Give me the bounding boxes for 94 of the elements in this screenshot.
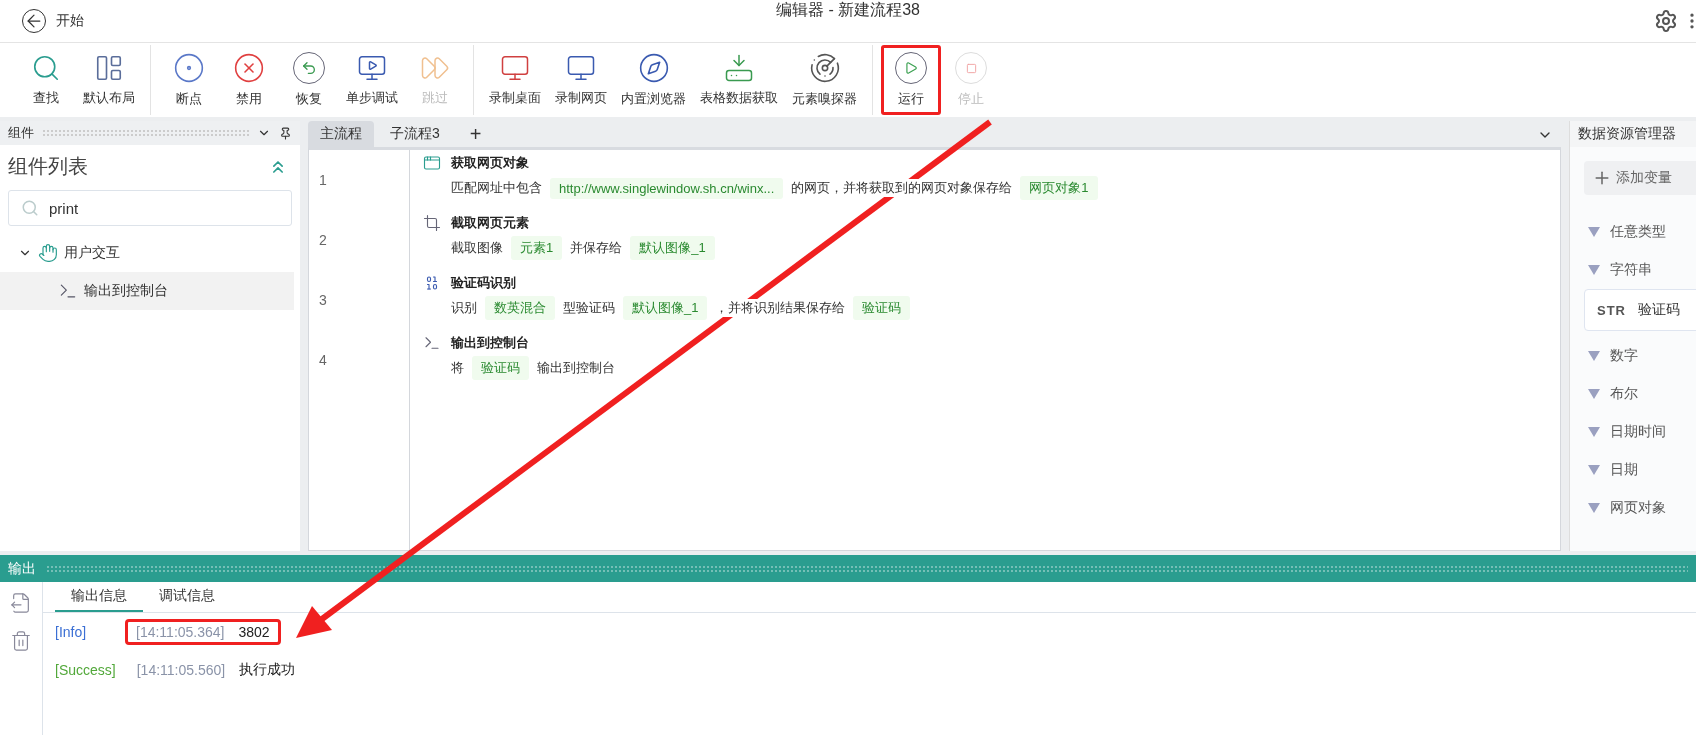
triangle-icon [1588,427,1600,437]
search-box[interactable]: print [8,190,292,226]
type-group[interactable]: 日期时间 [1570,413,1696,451]
variable-tag[interactable]: 元素1 [511,236,563,260]
type-group[interactable]: 数字 [1570,337,1696,375]
step-title[interactable]: 输出到控制台 [451,334,529,352]
step-title[interactable]: 验证码识别 [451,274,516,292]
add-variable-button[interactable]: 添加变量 [1584,161,1696,195]
type-group[interactable]: 字符串 [1570,251,1696,289]
triangle-icon [1588,503,1600,513]
triangle-icon [1588,465,1600,475]
toolbar-button[interactable]: 运行 [881,45,941,115]
variable-tag[interactable]: http://www.singlewindow.sh.cn/winx... [550,177,784,199]
triangle-icon [1588,351,1600,361]
variable-tag[interactable]: 验证码 [472,356,529,380]
line-number: 1 [318,171,328,190]
toolbar-button[interactable]: 查找 [16,46,76,114]
add-tab-button[interactable]: + [455,121,496,147]
toolbar-button[interactable]: 恢复 [279,45,339,115]
panel-title: 数据资源管理器 [1570,121,1696,147]
panel-title: 组件 [8,124,34,142]
toolbar-button[interactable]: 默认布局 [76,46,142,114]
tree-item[interactable]: 输出到控制台 [0,272,294,310]
step-text: 输出到控制台 [537,359,615,377]
back-button[interactable]: 开始 [22,9,84,33]
log-level: [Info] [55,624,88,640]
list-title: 组件列表 [8,154,88,179]
log-time: [14:11:05.364] [136,624,225,640]
toolbar-button[interactable]: 断点 [159,45,219,115]
variable-tag[interactable]: 默认图像_1 [623,296,708,320]
step-text: 并保存给 [570,239,623,257]
type-group[interactable]: 布尔 [1570,375,1696,413]
toolbar-button[interactable]: 禁用 [219,45,279,115]
monitor-icon [566,53,596,83]
step-text: 匹配网址中包含 [451,179,542,197]
step-text: 截取图像 [451,239,503,257]
tree-item[interactable]: 用户交互 [0,234,294,272]
web-window-icon [423,154,441,172]
triangle-icon [1588,389,1600,399]
layout-icon [94,53,124,83]
type-group[interactable]: 日期 [1570,451,1696,489]
toolbar-button[interactable]: 录制桌面 [482,46,548,114]
step-text: 将 [451,359,464,377]
search-icon [21,199,39,217]
settings-icon[interactable] [1654,9,1678,33]
variable-name: 验证码 [1638,301,1680,319]
step-text: 型验证码 [563,299,615,317]
panel-title: 输出 [8,559,36,578]
monitor-play-icon [357,53,387,83]
crop-icon [423,214,441,232]
console-icon [423,334,441,352]
type-label: STR [1597,302,1626,318]
compass-icon [637,52,670,84]
log-message: 3802 [238,624,270,640]
step-title[interactable]: 获取网页对象 [451,154,529,172]
log-message: 执行成功 [239,661,296,679]
pin-icon[interactable] [279,126,292,140]
hand-icon [38,243,58,263]
search-icon [31,53,61,83]
triangle-icon [1588,265,1600,275]
variable-card[interactable]: STR 验证码 [1584,289,1696,331]
export-icon[interactable] [10,592,32,614]
monitor-record-icon [500,53,530,83]
toolbar-button[interactable]: 元素嗅探器 [785,45,864,115]
step-text: 的网页，并将获取到的网页对象保存给 [791,179,1013,197]
triangle-icon [1588,227,1600,237]
radar-icon [808,52,841,84]
toolbar-button[interactable]: 内置浏览器 [614,45,693,115]
window-title: 编辑器 - 新建流程38 [776,0,920,20]
output-tab[interactable]: 调试信息 [143,582,231,612]
line-number: 2 [318,231,328,250]
variable-tag[interactable]: 网页对象1 [1020,176,1098,200]
step-text: 识别 [451,299,477,317]
variable-tag[interactable]: 数英混合 [485,296,555,320]
flow-tab[interactable]: 主流程 [308,121,374,147]
line-number: 4 [318,351,328,370]
step-title[interactable]: 截取网页元素 [451,214,529,232]
toolbar-button[interactable]: 单步调试 [339,46,405,114]
disable-icon [233,52,265,84]
line-number: 3 [318,291,328,310]
search-input[interactable]: print [47,198,279,218]
download-tray-icon [724,53,754,83]
type-group[interactable]: 网页对象 [1570,489,1696,527]
delete-icon[interactable] [10,630,32,652]
variable-tag[interactable]: 验证码 [853,296,911,320]
toolbar-button[interactable]: 录制网页 [548,46,614,114]
type-group[interactable]: 任意类型 [1570,213,1696,251]
variable-tag[interactable]: 默认图像_1 [630,236,715,260]
toolbar-button[interactable]: 表格数据获取 [693,46,785,114]
log-time: [14:11:05.560] [136,662,226,678]
log-level: [Success] [55,662,116,678]
breakpoint-icon [173,52,205,84]
flow-tab[interactable]: 子流程3 [378,121,452,147]
output-tab[interactable]: 输出信息 [55,582,143,612]
